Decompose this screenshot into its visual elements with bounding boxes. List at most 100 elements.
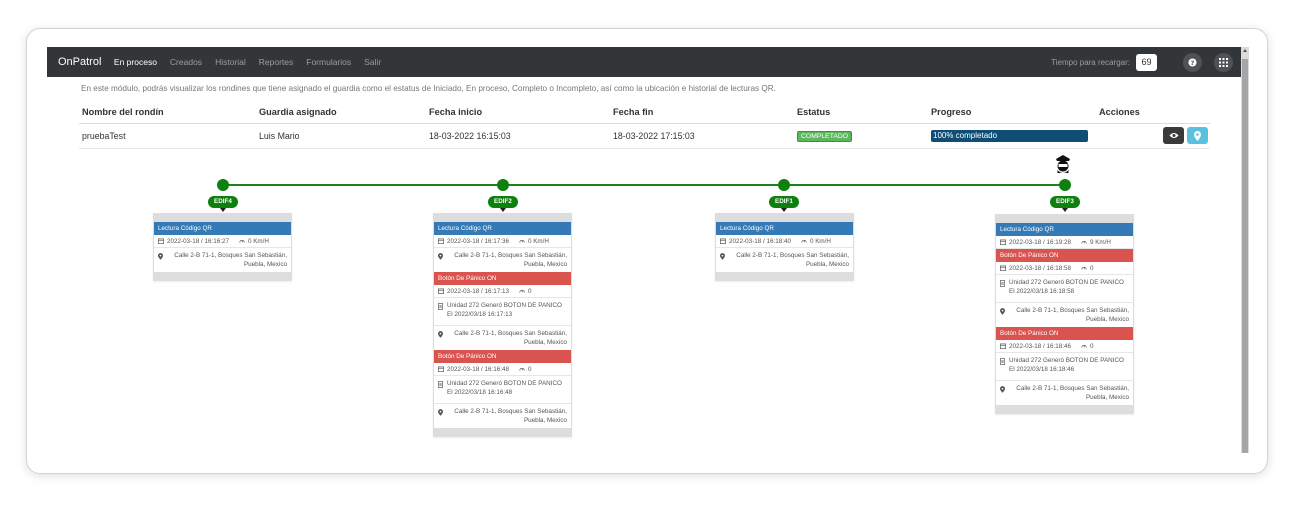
guard-icon: [1056, 155, 1070, 173]
navbar: OnPatrol En proceso Creados Historial Re…: [47, 47, 1241, 77]
checkpoint-node[interactable]: [778, 179, 790, 191]
module-description: En este módulo, podrás visualizar los ro…: [81, 84, 776, 93]
speedometer-icon: [519, 366, 526, 373]
timeline-line: [222, 184, 1065, 186]
card-footer-bar: [154, 272, 291, 280]
map-marker-icon: [438, 253, 445, 269]
event-address: Calle 2-B 71-1, Bosques San Sebastián, P…: [154, 248, 291, 272]
event-datetime: 2022-03-18 / 16:17:13: [447, 287, 509, 295]
event-address-text: Calle 2-B 71-1, Bosques San Sebastián, P…: [454, 408, 567, 424]
card-header-bar: [716, 214, 853, 222]
checkpoint-label[interactable]: EDIF1: [769, 196, 799, 212]
scroll-up-arrow-icon[interactable]: [1242, 49, 1247, 52]
event-address-text: Calle 2-B 71-1, Bosques San Sebastián, P…: [736, 252, 849, 268]
event-speed: 0: [519, 366, 532, 373]
scrollbar-thumb[interactable]: [1242, 59, 1248, 453]
checkpoint-node[interactable]: [497, 179, 509, 191]
card-footer-bar: [996, 405, 1133, 413]
qr-reading-header: Lectura Código QR: [996, 223, 1133, 236]
card-header-bar: [154, 214, 291, 222]
apps-button[interactable]: [1214, 52, 1233, 72]
event-address: Calle 2-B 71-1, Bosques San Sebastián, P…: [434, 248, 571, 272]
progress-fill: 100% completado: [931, 129, 1088, 142]
cell-progreso: 100% completado: [928, 122, 1096, 149]
event-speed: 9 Km/H: [1081, 239, 1111, 246]
calendar-icon: [720, 238, 727, 245]
event-message: Unidad 272 Generó BOTON DE PANICO El 202…: [434, 298, 571, 326]
map-marker-icon: [1000, 308, 1007, 324]
event-speed: 0 Km/H: [519, 238, 549, 245]
event-speed-value: 0 Km/H: [247, 237, 269, 245]
checkpoint-label[interactable]: EDIF2: [488, 196, 518, 212]
calendar-icon: [438, 238, 445, 245]
event-message: Unidad 272 Generó BOTON DE PANICO El 202…: [434, 376, 571, 404]
calendar-icon: [158, 238, 165, 245]
event-speed-value: 0: [527, 365, 532, 373]
map-marker-icon: [438, 409, 445, 425]
cell-fecha-inicio: 18-03-2022 16:15:03: [426, 122, 610, 149]
qr-reading-header: Lectura Código QR: [434, 222, 571, 235]
event-meta: 2022-03-18 / 16:18:40 0 Km/H: [716, 235, 853, 248]
col-estatus: Estatus: [797, 106, 831, 117]
panic-button-header: Botón De Pánico ON: [434, 350, 571, 363]
event-message-text: Unidad 272 Generó BOTON DE PANICO El 202…: [1009, 279, 1124, 295]
document-icon: [1000, 280, 1007, 300]
event-speed: 0: [519, 288, 532, 295]
document-icon: [438, 381, 445, 401]
event-datetime: 2022-03-18 / 16:19:28: [1009, 238, 1071, 246]
speedometer-icon: [1081, 265, 1088, 272]
document-icon: [438, 303, 445, 323]
rondin-table: Nombre del rondín Guardia asignado Fecha…: [79, 101, 1210, 149]
checkpoint-label[interactable]: EDIF4: [208, 196, 238, 212]
event-datetime: 2022-03-18 / 16:16:48: [447, 365, 509, 373]
calendar-icon: [438, 366, 445, 373]
card-footer-bar: [434, 428, 571, 436]
location-button[interactable]: [1187, 127, 1208, 144]
col-progreso: Progreso: [931, 106, 972, 117]
nav-en-proceso[interactable]: En proceso: [107, 57, 163, 67]
checkpoint-node[interactable]: [217, 179, 229, 191]
checkpoint-node[interactable]: [1059, 179, 1071, 191]
panic-button-header: Botón De Pánico ON: [434, 272, 571, 285]
cell-nombre: pruebaTest: [79, 122, 256, 149]
view-button[interactable]: [1163, 127, 1184, 144]
checkpoint-label[interactable]: EDIF3: [1050, 196, 1080, 212]
cell-fecha-fin: 18-03-2022 17:15:03: [610, 122, 794, 149]
event-address-text: Calle 2-B 71-1, Bosques San Sebastián, P…: [1016, 385, 1129, 401]
event-speed-value: 0: [1089, 264, 1094, 272]
brand-logo[interactable]: OnPatrol: [58, 56, 101, 68]
col-acciones: Acciones: [1099, 106, 1140, 117]
progress-bar: 100% completado: [931, 129, 1088, 142]
document-icon: [1000, 358, 1007, 378]
scrollbar[interactable]: [1241, 47, 1249, 453]
event-datetime: 2022-03-18 / 16:17:36: [447, 237, 509, 245]
calendar-icon: [438, 288, 445, 295]
event-speed-value: 0 Km/H: [527, 237, 549, 245]
map-marker-icon: [720, 253, 727, 269]
speedometer-icon: [1081, 239, 1088, 246]
event-speed-value: 0 Km/H: [809, 237, 831, 245]
event-address-text: Calle 2-B 71-1, Bosques San Sebastián, P…: [1016, 307, 1129, 323]
grid-icon: [1219, 57, 1228, 67]
help-button[interactable]: ?: [1183, 52, 1202, 72]
event-address: Calle 2-B 71-1, Bosques San Sebastián, P…: [716, 248, 853, 272]
event-meta: 2022-03-18 / 16:18:58 0: [996, 262, 1133, 275]
event-meta: 2022-03-18 / 16:18:46 0: [996, 340, 1133, 353]
nav-creados[interactable]: Creados: [163, 57, 208, 67]
event-datetime: 2022-03-18 / 16:18:46: [1009, 342, 1071, 350]
nav-salir[interactable]: Salir: [358, 57, 388, 67]
nav-historial[interactable]: Historial: [209, 57, 253, 67]
status-badge: COMPLETADO: [797, 130, 853, 142]
reload-label: Tiempo para recargar:: [1051, 57, 1130, 67]
event-datetime: 2022-03-18 / 16:16:27: [167, 237, 229, 245]
nav-formularios[interactable]: Formularios: [300, 57, 358, 67]
card-footer-bar: [716, 272, 853, 280]
col-fecha-inicio: Fecha inicio: [429, 106, 483, 117]
cell-acciones: [1096, 122, 1210, 149]
event-speed-value: 9 Km/H: [1089, 238, 1111, 246]
event-address: Calle 2-B 71-1, Bosques San Sebastián, P…: [996, 303, 1133, 327]
event-address: Calle 2-B 71-1, Bosques San Sebastián, P…: [434, 404, 571, 428]
event-address: Calle 2-B 71-1, Bosques San Sebastián, P…: [996, 381, 1133, 405]
nav-reportes[interactable]: Reportes: [252, 57, 300, 67]
speedometer-icon: [801, 238, 808, 245]
